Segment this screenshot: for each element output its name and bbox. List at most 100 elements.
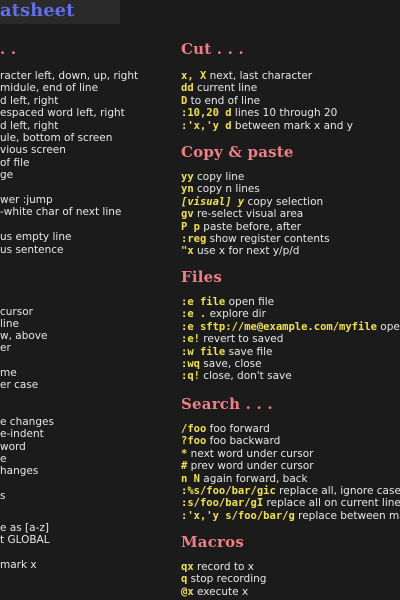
command-entry: :'x,'y s/foo/bar/g replace between mar: [181, 510, 400, 522]
command-keys: :s/foo/bar/gI: [181, 497, 264, 510]
command-keys: /foo: [181, 423, 207, 435]
command-description: lines 10 through 20: [231, 107, 338, 120]
left-description-line: t GLOBAL: [0, 534, 50, 546]
command-keys: P p: [181, 220, 200, 233]
command-keys: x, X: [181, 70, 207, 82]
command-description: revert to saved: [199, 333, 284, 346]
command-description: to end of line: [187, 94, 261, 107]
left-description-line: hanges: [0, 465, 39, 477]
left-description-line: e: [0, 453, 7, 465]
page-title-text: atsheet: [0, 0, 75, 21]
left-section-heading: . .: [0, 40, 17, 58]
command-keys: :10,20 d: [181, 107, 232, 120]
command-description: use x for next y/p/d: [193, 245, 300, 258]
command-description: explore dir: [206, 308, 266, 321]
left-description-line: of file: [0, 157, 30, 169]
left-description-line: -white char of next line: [0, 206, 122, 218]
command-keys: gv: [181, 208, 194, 221]
command-description: foo forward: [206, 423, 270, 435]
command-description: replace between mar: [294, 509, 400, 522]
command-description: open file: [225, 296, 275, 308]
command-entry: [visual] y copy selection: [181, 196, 323, 208]
command-keys: :e sftp://me@example.com/myfile: [181, 320, 377, 333]
command-keys: :q!: [181, 370, 200, 383]
command-entry: P p paste before, after: [181, 221, 301, 233]
command-entry: x, X next, last character: [181, 70, 312, 82]
command-entry: :'x,'y d between mark x and y: [181, 120, 353, 132]
command-description: current line: [193, 82, 258, 95]
left-description-line: mark x: [0, 559, 37, 571]
command-entry: :w file save file: [181, 346, 273, 358]
command-entry: "x use x for next y/p/d: [181, 245, 299, 257]
command-description: record to x: [193, 561, 254, 573]
command-entry: :e! revert to saved: [181, 333, 283, 345]
command-description: again forward, back: [199, 472, 308, 485]
command-entry: :10,20 d lines 10 through 20: [181, 107, 337, 119]
command-description: paste before, after: [199, 220, 302, 233]
command-entry: qx record to x: [181, 561, 254, 573]
command-entry: :q! close, don't save: [181, 370, 292, 382]
left-description-line: midule, end of line: [0, 82, 99, 94]
left-description-line: vious screen: [0, 144, 66, 156]
command-entry: :reg show register contents: [181, 233, 330, 245]
left-description-line: us empty line: [0, 231, 72, 243]
command-keys: n N: [181, 472, 200, 485]
command-description: copy selection: [244, 195, 324, 208]
command-entry: :%s/foo/bar/gic replace all, ignore case…: [181, 485, 400, 497]
command-description: foo backward: [206, 435, 281, 448]
left-description-line: word: [0, 441, 26, 453]
command-entry: :e . explore dir: [181, 308, 266, 320]
command-description: copy n lines: [193, 183, 260, 196]
command-keys: :%s/foo/bar/gic: [181, 485, 276, 497]
left-description-line: us sentence: [0, 244, 64, 256]
left-description-line: d left, right: [0, 120, 59, 132]
left-description-line: er: [0, 342, 11, 354]
command-description: stop recording: [187, 573, 267, 586]
command-description: replace all on current line, n: [263, 497, 400, 510]
command-entry: :s/foo/bar/gI replace all on current lin…: [181, 497, 400, 509]
left-description-line: er case: [0, 379, 39, 391]
command-entry: gv re-select visual area: [181, 208, 303, 220]
section-heading: Files: [181, 268, 223, 286]
command-entry: dd current line: [181, 82, 257, 94]
left-description-line: e as [a-z]: [0, 522, 49, 534]
command-keys: dd: [181, 82, 194, 95]
command-description: next, last character: [206, 70, 313, 82]
left-description-line: d left, right: [0, 95, 59, 107]
command-description: execute x: [193, 585, 249, 598]
left-description-line: racter left, down, up, right: [0, 70, 139, 82]
command-keys: qx: [181, 561, 194, 573]
command-keys: ?foo: [181, 435, 207, 448]
command-keys: :reg: [181, 233, 207, 245]
command-entry: # prev word under cursor: [181, 460, 314, 472]
command-entry: ?foo foo backward: [181, 435, 280, 447]
command-keys: :e .: [181, 308, 207, 321]
left-description-line: e-indent: [0, 428, 44, 440]
left-description-line: line: [0, 318, 19, 330]
command-entry: q stop recording: [181, 573, 266, 585]
command-description: save file: [225, 345, 273, 358]
command-entry: n N again forward, back: [181, 473, 308, 485]
left-description-line: wer :jump: [0, 194, 53, 206]
command-entry: yy copy line: [181, 171, 244, 183]
command-entry: * next word under cursor: [181, 448, 313, 460]
command-entry: D to end of line: [181, 95, 260, 107]
command-entry: yn copy n lines: [181, 183, 260, 195]
command-description: open: [380, 320, 400, 333]
left-description-line: me: [0, 367, 17, 379]
command-description: between mark x and y: [231, 119, 353, 132]
command-entry: :e file open file: [181, 296, 274, 308]
command-keys: :'x,'y s/foo/bar/g: [181, 509, 295, 522]
command-keys: :wq: [181, 358, 200, 370]
command-keys: yy: [181, 171, 194, 183]
command-keys: :w file: [181, 345, 226, 358]
page-title: atsheet: [0, 0, 120, 24]
left-description-line: e changes: [0, 416, 54, 428]
command-description: replace all, ignore case,: [275, 485, 400, 497]
section-heading: Search . . .: [181, 395, 273, 413]
command-description: re-select visual area: [193, 208, 304, 221]
left-description-line: w, above: [0, 330, 48, 342]
command-keys: :'x,'y d: [181, 119, 232, 132]
command-description: show register contents: [206, 233, 330, 245]
command-keys: @x: [181, 585, 194, 598]
